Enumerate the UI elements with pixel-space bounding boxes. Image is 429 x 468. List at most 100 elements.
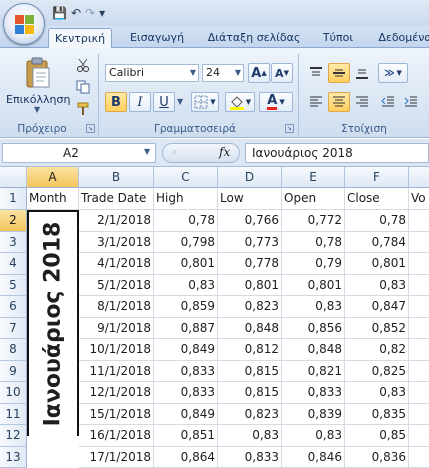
grow-font-icon[interactable]: A▲ xyxy=(248,63,270,83)
shrink-font-icon[interactable]: A▼ xyxy=(271,63,293,83)
table-cell-partial[interactable] xyxy=(409,339,429,361)
table-cell-date[interactable]: 10/1/2018 xyxy=(79,339,154,361)
column-header[interactable]: E xyxy=(282,167,345,188)
table-cell-date[interactable]: 11/1/2018 xyxy=(79,361,154,383)
table-cell-partial[interactable] xyxy=(409,318,429,340)
table-cell-high[interactable]: 0,83 xyxy=(154,275,218,297)
table-cell-low[interactable]: 0,766 xyxy=(218,210,282,232)
table-cell-close[interactable]: 0,83 xyxy=(345,275,409,297)
formula-input[interactable]: Ιανουάριος 2018 xyxy=(245,143,429,163)
table-cell-date[interactable]: 9/1/2018 xyxy=(79,318,154,340)
redo-icon[interactable]: ↷ xyxy=(85,6,95,20)
table-cell-low[interactable]: 0,823 xyxy=(218,296,282,318)
column-header[interactable]: C xyxy=(154,167,218,188)
bold-button[interactable]: B xyxy=(105,92,127,112)
paste-icon[interactable] xyxy=(16,56,60,90)
save-icon[interactable]: 💾 xyxy=(52,6,67,20)
row-header[interactable]: 10 xyxy=(0,382,27,404)
name-box[interactable]: A2 xyxy=(2,143,156,163)
underline-dropdown-icon[interactable]: ▼ xyxy=(177,97,183,106)
table-cell-date[interactable]: 2/1/2018 xyxy=(79,210,154,232)
align-top-icon[interactable] xyxy=(305,63,327,83)
header-cell[interactable]: Trade Date xyxy=(79,188,154,210)
table-cell-date[interactable]: 12/1/2018 xyxy=(79,382,154,404)
table-cell-date[interactable]: 3/1/2018 xyxy=(79,232,154,254)
tab-formulas[interactable]: Τύποι xyxy=(312,28,364,48)
table-cell-close[interactable]: 0,82 xyxy=(345,339,409,361)
table-cell-close[interactable]: 0,836 xyxy=(345,447,409,468)
header-cell[interactable]: Close xyxy=(345,188,409,210)
align-right-icon[interactable] xyxy=(351,92,373,112)
column-header-partial[interactable] xyxy=(409,167,429,188)
cut-icon[interactable] xyxy=(74,56,92,74)
table-cell-high[interactable]: 0,849 xyxy=(154,404,218,426)
table-cell-high[interactable]: 0,78 xyxy=(154,210,218,232)
table-cell-low[interactable]: 0,778 xyxy=(218,253,282,275)
table-cell-open[interactable]: 0,83 xyxy=(282,296,345,318)
table-cell-low[interactable]: 0,848 xyxy=(218,318,282,340)
row-header[interactable]: 1 xyxy=(0,188,27,210)
align-bottom-icon[interactable] xyxy=(351,63,373,83)
row-header[interactable]: 11 xyxy=(0,404,27,426)
increase-indent-icon[interactable] xyxy=(400,92,422,112)
table-cell-high[interactable]: 0,798 xyxy=(154,232,218,254)
column-header[interactable]: D xyxy=(218,167,282,188)
table-cell-high[interactable]: 0,833 xyxy=(154,382,218,404)
table-cell-partial[interactable] xyxy=(409,210,429,232)
table-cell-open[interactable]: 0,839 xyxy=(282,404,345,426)
column-header[interactable]: F xyxy=(345,167,409,188)
table-cell-open[interactable]: 0,846 xyxy=(282,447,345,468)
table-cell-open[interactable]: 0,772 xyxy=(282,210,345,232)
italic-button[interactable]: I xyxy=(129,92,151,112)
table-cell-partial[interactable] xyxy=(409,232,429,254)
row-header[interactable]: 7 xyxy=(0,318,27,340)
row-header[interactable]: 13 xyxy=(0,447,27,468)
table-cell-low[interactable]: 0,815 xyxy=(218,382,282,404)
font-name-select[interactable]: Calibri ▼ xyxy=(105,64,199,82)
borders-icon[interactable]: ▼ xyxy=(191,92,219,112)
name-box-dropdown-icon[interactable]: ▼ xyxy=(144,147,150,156)
table-cell-date[interactable]: 5/1/2018 xyxy=(79,275,154,297)
insert-function-icon[interactable]: fx xyxy=(219,145,230,159)
header-cell[interactable]: High xyxy=(154,188,218,210)
table-cell-low[interactable]: 0,801 xyxy=(218,275,282,297)
table-cell-low[interactable]: 0,773 xyxy=(218,232,282,254)
font-size-select[interactable]: 24 ▼ xyxy=(202,64,244,82)
tab-page-layout[interactable]: Διάταξη σελίδας xyxy=(202,28,306,48)
table-cell-open[interactable]: 0,833 xyxy=(282,382,345,404)
header-cell[interactable]: Low xyxy=(218,188,282,210)
table-cell-high[interactable]: 0,849 xyxy=(154,339,218,361)
align-left-icon[interactable] xyxy=(305,92,327,112)
table-cell-close[interactable]: 0,835 xyxy=(345,404,409,426)
table-cell-partial[interactable] xyxy=(409,253,429,275)
table-cell-high[interactable]: 0,801 xyxy=(154,253,218,275)
table-cell-partial[interactable] xyxy=(409,361,429,383)
table-cell-open[interactable]: 0,821 xyxy=(282,361,345,383)
tab-data[interactable]: Δεδομένα xyxy=(370,28,429,48)
underline-button[interactable]: U xyxy=(153,92,175,112)
table-cell-high[interactable]: 0,833 xyxy=(154,361,218,383)
decrease-indent-icon[interactable] xyxy=(377,92,399,112)
table-cell-close[interactable]: 0,847 xyxy=(345,296,409,318)
table-cell-date[interactable]: 15/1/2018 xyxy=(79,404,154,426)
table-cell-low[interactable]: 0,823 xyxy=(218,404,282,426)
table-cell-open[interactable]: 0,79 xyxy=(282,253,345,275)
font-launcher-icon[interactable]: ↘ xyxy=(285,124,294,133)
table-cell-partial[interactable] xyxy=(409,404,429,426)
office-button[interactable] xyxy=(3,3,45,45)
table-cell-close[interactable]: 0,83 xyxy=(345,382,409,404)
expand-dots-icon[interactable]: ◦ xyxy=(171,146,178,159)
row-header[interactable]: 2 xyxy=(0,210,27,232)
table-cell-low[interactable]: 0,812 xyxy=(218,339,282,361)
table-cell-close[interactable]: 0,852 xyxy=(345,318,409,340)
column-header[interactable]: B xyxy=(79,167,154,188)
table-cell-open[interactable]: 0,856 xyxy=(282,318,345,340)
header-cell[interactable]: Open xyxy=(282,188,345,210)
select-all-corner[interactable] xyxy=(0,167,27,188)
orientation-icon[interactable]: ≫▼ xyxy=(378,63,408,83)
table-cell-open[interactable]: 0,801 xyxy=(282,275,345,297)
table-cell-close[interactable]: 0,801 xyxy=(345,253,409,275)
row-header[interactable]: 3 xyxy=(0,232,27,254)
tab-insert[interactable]: Εισαγωγή xyxy=(120,28,194,48)
table-cell-high[interactable]: 0,859 xyxy=(154,296,218,318)
